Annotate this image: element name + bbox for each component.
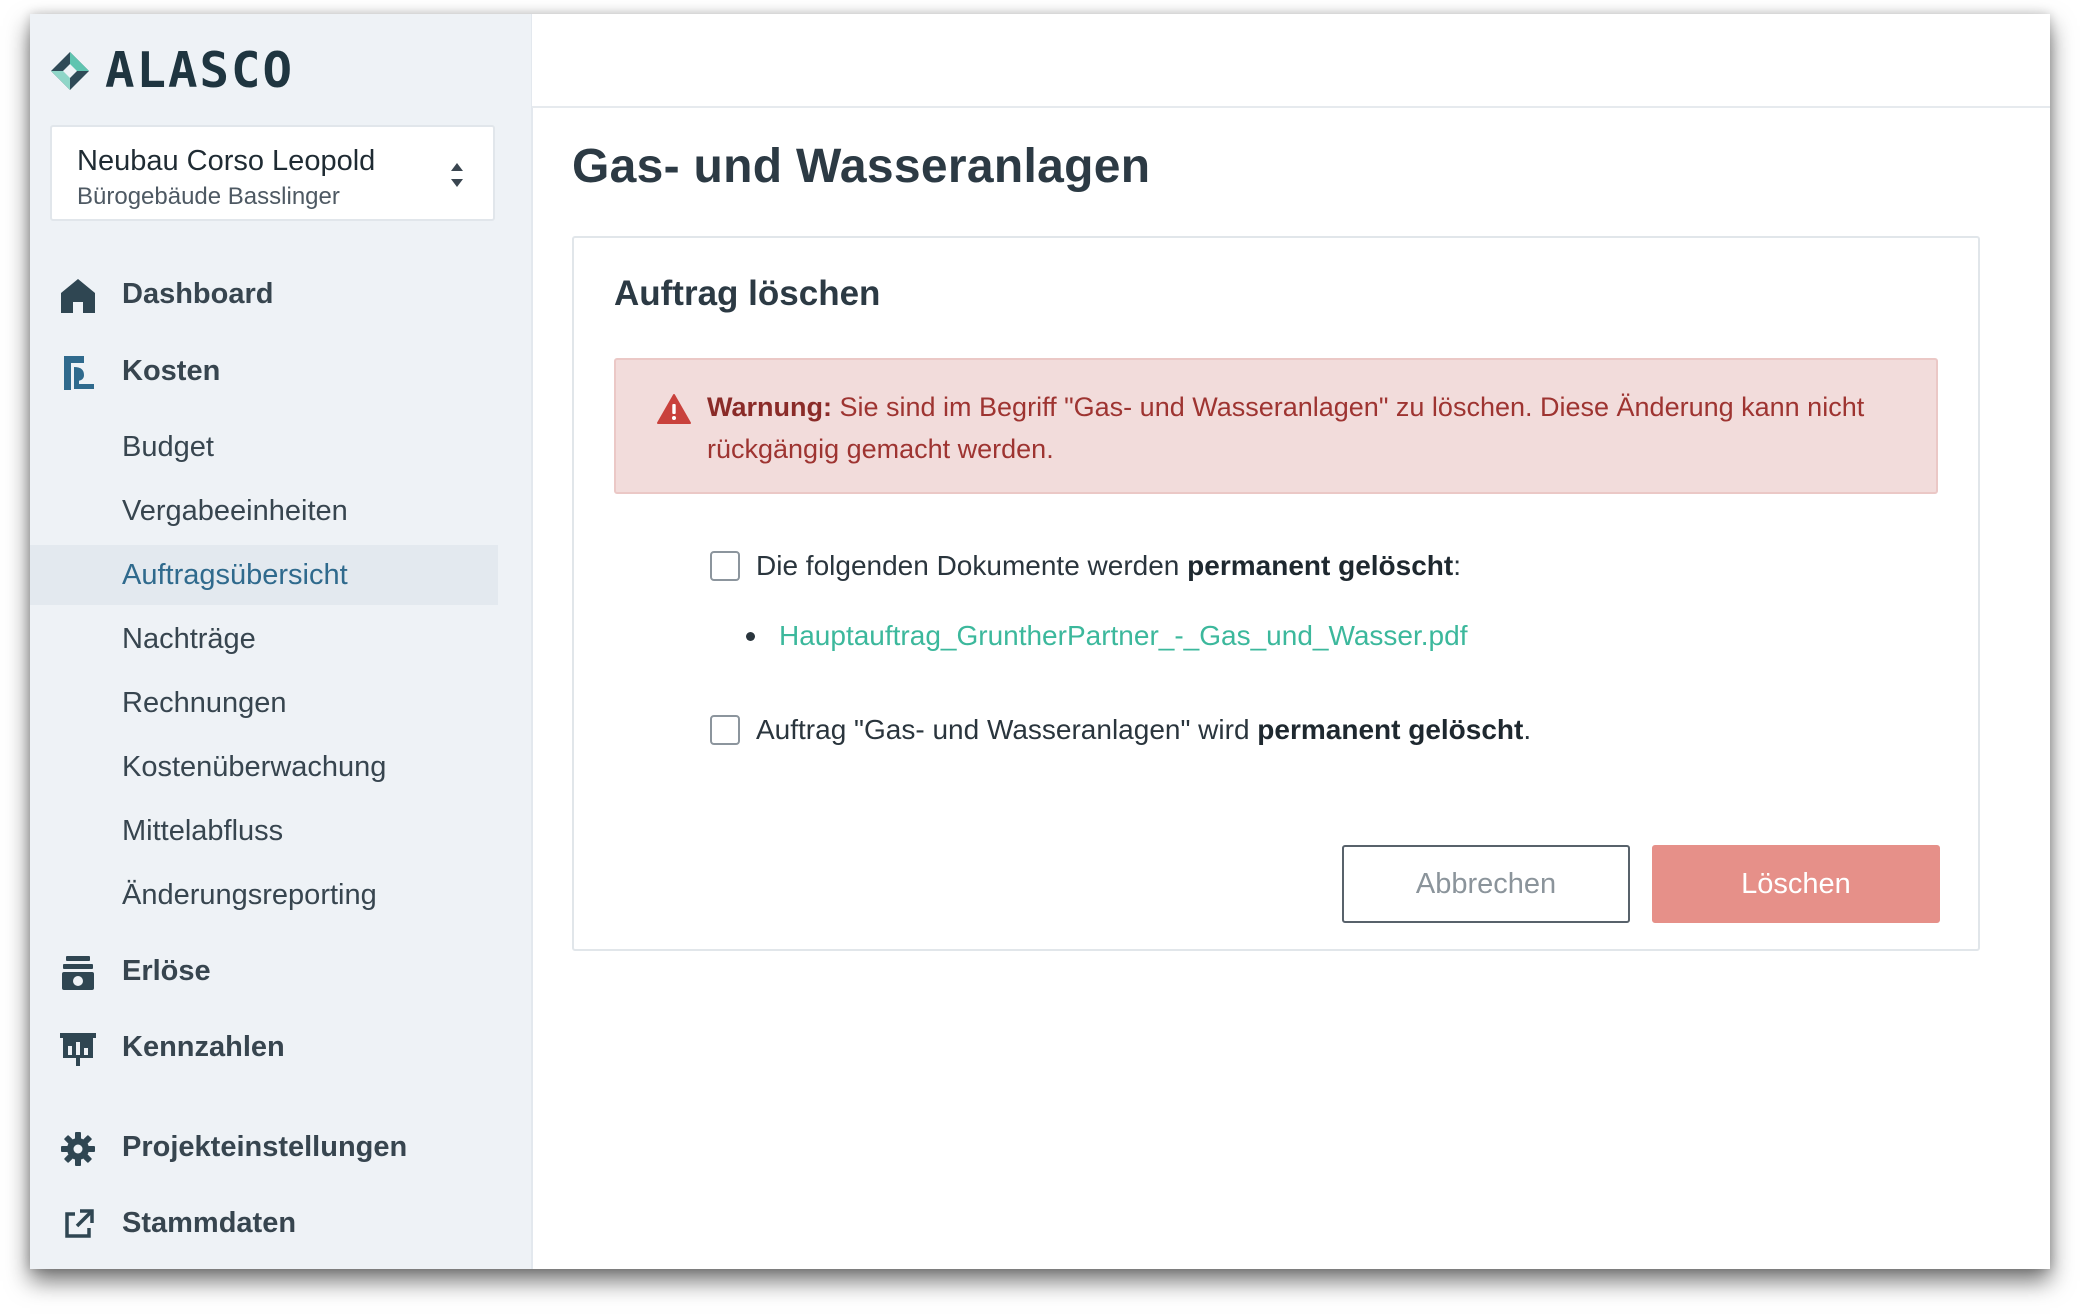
project-selector[interactable]: Neubau Corso Leopold Bürogebäude Basslin… [50,125,495,221]
sidebar-subitem-label: Mittelabfluss [122,814,284,847]
confirm-documents-suffix: : [1453,550,1462,581]
sidebar-subitem-auftragsuebersicht[interactable]: Auftragsübersicht [30,545,498,605]
presentation-chart-icon [58,1029,98,1069]
warning-icon [657,394,691,424]
sidebar-item-projekteinstellungen[interactable]: Projekteinstellungen [30,1117,498,1177]
sidebar-item-kennzahlen[interactable]: Kennzahlen [30,1017,498,1077]
top-bar [532,14,2050,108]
delete-button[interactable]: Löschen [1652,845,1940,923]
cash-register-icon [58,953,98,993]
alasco-logo-icon [51,51,89,90]
app-window: ALASCO Neubau Corso Leopold Bürogebäude … [30,14,2050,1269]
sidebar-subitem-nachtraege[interactable]: Nachträge [30,609,498,669]
confirm-order-suffix: . [1523,714,1532,745]
sidebar-item-label: Kennzahlen [122,1030,285,1063]
bullet-icon [746,631,755,641]
sidebar-item-label: Erlöse [122,954,211,987]
confirm-order-checkbox[interactable] [710,715,740,745]
sidebar-item-label: Dashboard [122,277,274,310]
sidebar: ALASCO Neubau Corso Leopold Bürogebäude … [30,14,533,1269]
logo-text: ALASCO [105,42,295,99]
cost-icon [58,353,98,393]
warning-text: Warnung: Sie sind im Begriff "Gas- und W… [707,386,1887,470]
sidebar-subitem-label: Nachträge [122,622,256,655]
sidebar-subitem-label: Auftragsübersicht [122,558,348,591]
screenshot-stage: ALASCO Neubau Corso Leopold Bürogebäude … [0,0,2080,1314]
gear-icon [58,1129,98,1169]
warning-message: Sie sind im Begriff "Gas- und Wasseranla… [707,392,1865,464]
sidebar-subitem-label: Kostenüberwachung [122,750,387,783]
sidebar-item-label: Kosten [122,354,221,387]
sidebar-subitem-label: Vergabeeinheiten [122,494,348,527]
brand-logo[interactable]: ALASCO [49,42,294,99]
sidebar-subitem-vergabeeinheiten[interactable]: Vergabeeinheiten [30,481,498,541]
document-list: Hauptauftrag_GruntherPartner_-_Gas_und_W… [746,620,1467,652]
sidebar-item-stammdaten[interactable]: Stammdaten [30,1193,498,1253]
page-title: Gas- und Wasseranlagen [572,140,1151,193]
card-title: Auftrag löschen [614,274,881,313]
warning-label: Warnung: [707,392,832,422]
sidebar-subitem-mittelabfluss[interactable]: Mittelabfluss [30,801,498,861]
sidebar-subitem-label: Rechnungen [122,686,287,719]
confirm-order-row: Auftrag "Gas- und Wasseranlagen" wird pe… [710,714,1531,746]
sidebar-item-label: Projekteinstellungen [122,1130,408,1163]
confirm-documents-row: Die folgenden Dokumente werden permanent… [710,550,1461,582]
sidebar-item-dashboard[interactable]: Dashboard [30,264,498,324]
confirm-documents-label[interactable]: Die folgenden Dokumente werden permanent… [756,550,1461,582]
sidebar-subitem-label: Änderungsreporting [122,878,377,911]
confirm-documents-checkbox[interactable] [710,551,740,581]
confirm-documents-prefix: Die folgenden Dokumente werden [756,550,1180,581]
home-icon [58,276,98,316]
delete-order-card: Auftrag löschen Warnung: Sie sind im Beg… [572,236,1980,951]
cancel-button[interactable]: Abbrechen [1342,845,1630,923]
project-name: Neubau Corso Leopold [77,145,376,177]
confirm-documents-emphasis: permanent gelöscht [1187,550,1454,581]
confirm-order-prefix: Auftrag "Gas- und Wasseranlagen" wird [756,714,1250,745]
confirm-order-label[interactable]: Auftrag "Gas- und Wasseranlagen" wird pe… [756,714,1531,746]
warning-alert: Warnung: Sie sind im Begriff "Gas- und W… [614,358,1938,494]
sidebar-item-erloese[interactable]: Erlöse [30,941,498,1001]
sidebar-subitem-aenderungsreporting[interactable]: Änderungsreporting [30,865,498,925]
select-arrows-icon [451,163,463,187]
document-link[interactable]: Hauptauftrag_GruntherPartner_-_Gas_und_W… [779,620,1467,652]
confirm-order-emphasis: permanent gelöscht [1257,714,1524,745]
sidebar-subitem-budget[interactable]: Budget [30,417,498,477]
sidebar-subitem-label: Budget [122,430,214,463]
sidebar-subitem-kostenueberwachung[interactable]: Kostenüberwachung [30,737,498,797]
external-link-icon [58,1205,98,1245]
sidebar-item-kosten[interactable]: Kosten [30,341,498,401]
sidebar-subitem-rechnungen[interactable]: Rechnungen [30,673,498,733]
project-building: Bürogebäude Basslinger [77,183,340,210]
sidebar-item-label: Stammdaten [122,1206,297,1239]
